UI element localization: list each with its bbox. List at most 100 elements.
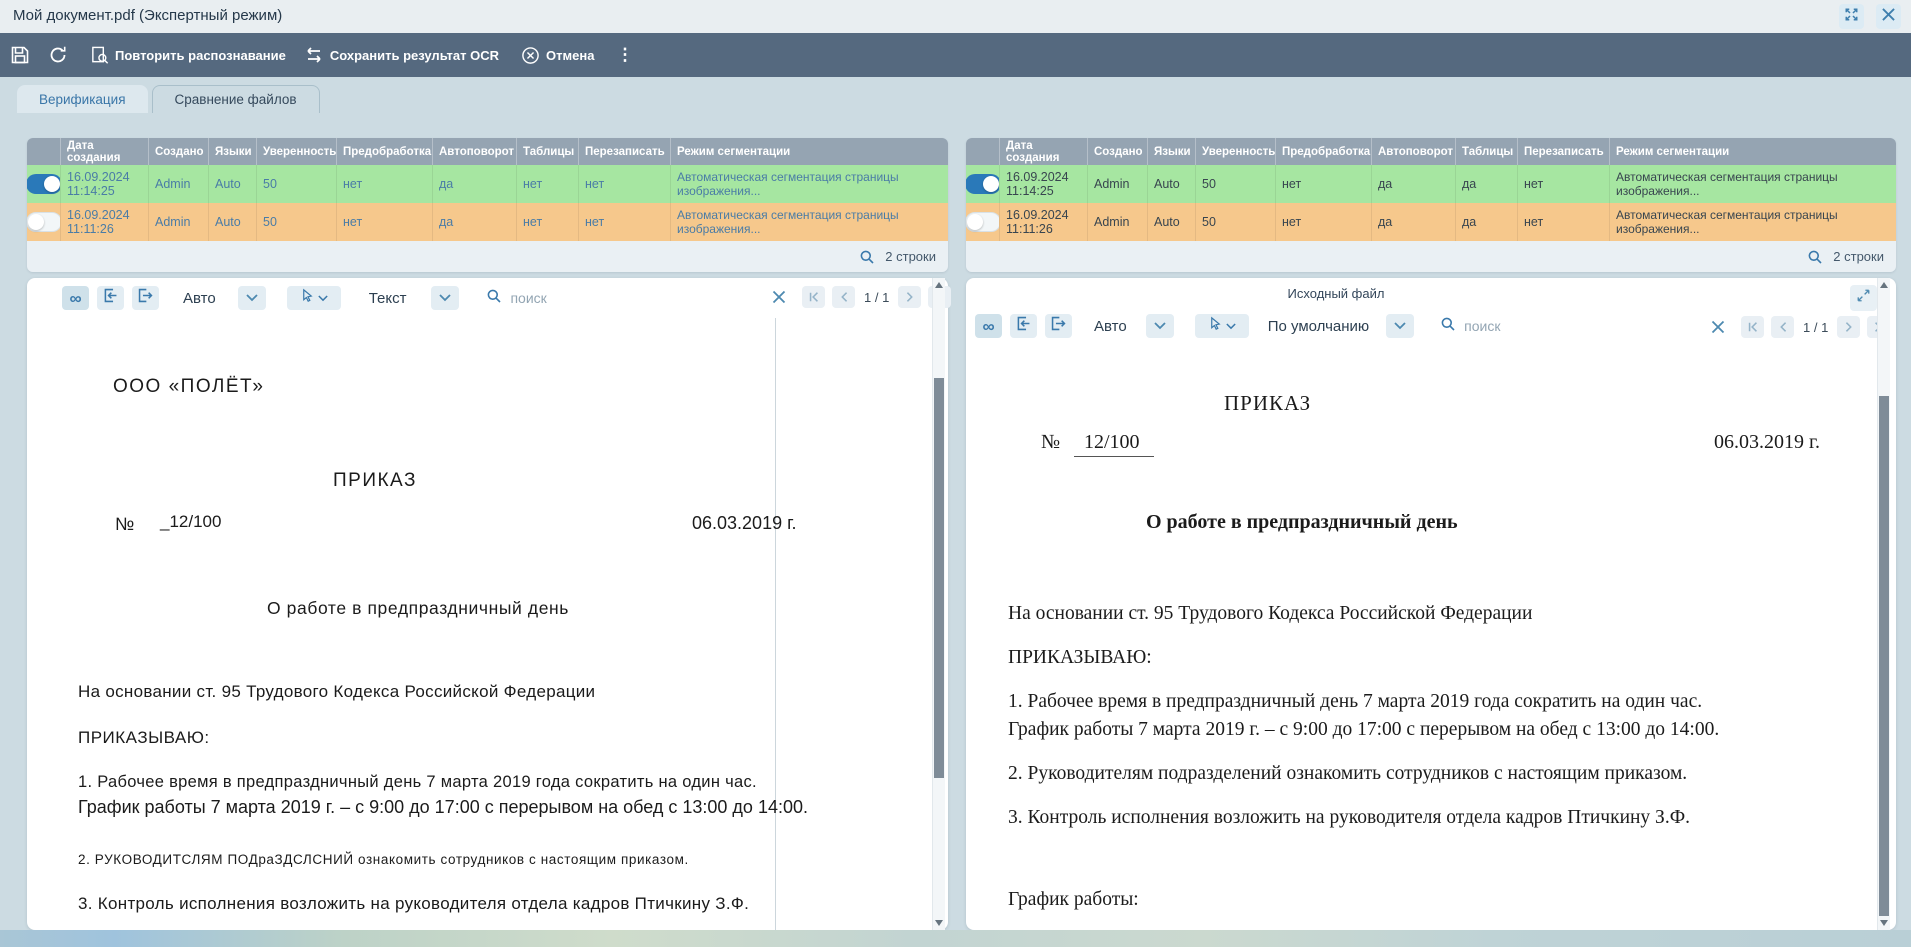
export-button[interactable] (132, 286, 159, 310)
export-icon (1050, 315, 1067, 337)
link-icon: ∞ (982, 318, 994, 335)
doc-body-line: 3. Контроль исполнения возложить на руко… (78, 894, 749, 914)
doc-subject: О работе в предпраздничный день (1146, 511, 1458, 534)
table-row[interactable]: 16.09.202411:14:25 Admin Auto 50 нет да … (966, 165, 1896, 203)
fullscreen-icon (1844, 7, 1859, 27)
scroll-down-arrow[interactable] (1880, 920, 1888, 926)
search-input[interactable] (1464, 318, 1574, 334)
search-input[interactable] (510, 290, 620, 306)
doc-title: ПРИКАЗ (1224, 391, 1311, 416)
tab-file-comparison[interactable]: Сравнение файлов (152, 85, 320, 113)
cancel-button[interactable]: Отмена (521, 46, 594, 65)
expand-pane-button[interactable] (1850, 285, 1877, 311)
search-icon[interactable] (859, 249, 875, 265)
right-viewer-toolbar: ∞ Авто По умолчанию (966, 313, 1574, 339)
more-options-button[interactable]: ⋮ (616, 45, 633, 65)
col-preprocessing: Предобработка (1276, 138, 1372, 165)
row-toggle-off[interactable] (966, 212, 1000, 232)
doc-number-label: № (115, 514, 134, 535)
col-languages: Языки (209, 138, 257, 165)
cancel-label: Отмена (546, 48, 594, 63)
doc-body-line: 3. Контроль исполнения возложить на руко… (1008, 807, 1690, 829)
chevron-down-icon (246, 289, 258, 307)
tab-verification[interactable]: Верификация (17, 85, 148, 113)
table-header-row: Дата создания Создано Языки Уверенность … (966, 138, 1896, 165)
source-panel-title: Исходный файл (1266, 286, 1406, 301)
right-recognition-table: Дата создания Создано Языки Уверенность … (966, 138, 1896, 272)
row-toggle-on[interactable] (27, 174, 61, 194)
doc-body-line: 2. РУКОВОДИТСЛЯМ ПОДраЗДСЛСНИЙ ознакомит… (78, 852, 689, 867)
doc-subject: О работе в предпраздничный день (267, 598, 569, 619)
col-tables: Таблицы (517, 138, 579, 165)
fullscreen-button[interactable] (1839, 4, 1864, 29)
prev-page-button[interactable] (1771, 316, 1794, 338)
import-button[interactable] (97, 286, 124, 310)
source-file-viewer: Исходный файл ∞ Авто По умолчанию (966, 278, 1896, 930)
scrollbar-thumb[interactable] (1879, 396, 1889, 916)
row-toggle-on[interactable] (966, 174, 1000, 194)
scroll-up-arrow[interactable] (935, 282, 943, 288)
link-panes-button[interactable]: ∞ (62, 286, 89, 310)
document-search-icon (90, 46, 109, 65)
link-panes-button[interactable]: ∞ (975, 314, 1002, 338)
table-row[interactable]: 16.09.202411:11:26 Admin Auto 50 нет да … (966, 203, 1896, 241)
doc-date: 06.03.2019 г. (692, 513, 796, 534)
scroll-down-arrow[interactable] (935, 920, 943, 926)
export-icon (137, 287, 154, 309)
doc-body-line: График работы 7 марта 2019 г. – с 9:00 д… (78, 797, 808, 818)
import-button[interactable] (1010, 314, 1037, 338)
import-icon (1015, 315, 1032, 337)
prev-page-button[interactable] (832, 286, 855, 308)
vertical-scrollbar[interactable] (1877, 278, 1890, 930)
table-header-row: Дата создания Создано Языки Уверенность … (27, 138, 948, 165)
clear-search-icon[interactable] (1711, 320, 1725, 334)
save-button[interactable] (10, 45, 30, 65)
doc-number-label: № (1041, 431, 1060, 454)
refresh-icon (48, 45, 68, 65)
left-pager: 1 / 1 (772, 285, 951, 309)
content-mode-dropdown[interactable] (431, 286, 459, 310)
repeat-recognition-button[interactable]: Повторить распознавание (90, 46, 286, 65)
cursor-tool-dropdown[interactable] (287, 286, 341, 310)
export-button[interactable] (1045, 314, 1072, 338)
import-icon (102, 287, 119, 309)
row-count: 2 строки (1833, 249, 1884, 264)
scrollbar-thumb[interactable] (934, 378, 944, 778)
table-row[interactable]: 16.09.202411:14:25 Admin Auto 50 нет да … (27, 165, 948, 203)
row-toggle-off[interactable] (27, 212, 61, 232)
save-ocr-button[interactable]: Сохранить результат OCR (304, 46, 499, 64)
first-page-button[interactable] (1741, 316, 1764, 338)
doc-org-line: ООО «ПОЛЁТ» (113, 376, 264, 398)
swap-arrows-icon (304, 46, 324, 64)
refresh-button[interactable] (48, 45, 68, 65)
col-preprocessing: Предобработка (337, 138, 433, 165)
zoom-mode-dropdown[interactable] (238, 286, 266, 310)
next-page-button[interactable] (1837, 316, 1860, 338)
doc-body-line: ПРИКАЗЫВАЮ: (78, 728, 210, 748)
left-viewer-toolbar: ∞ Авто Текст (27, 285, 620, 311)
content-mode-label: Текст (369, 290, 407, 307)
content-mode-label: По умолчанию (1268, 318, 1369, 335)
doc-date: 06.03.2019 г. (1714, 431, 1820, 454)
table-row[interactable]: 16.09.202411:11:26 Admin Auto 50 нет да … (27, 203, 948, 241)
chevron-down-icon (1226, 317, 1236, 335)
zoom-mode-dropdown[interactable] (1146, 314, 1174, 338)
search-icon[interactable] (1807, 249, 1823, 265)
doc-body-line: График работы 7 марта 2019 г. – с 9:00 д… (1008, 719, 1719, 741)
first-page-button[interactable] (802, 286, 825, 308)
cursor-tool-dropdown[interactable] (1195, 314, 1249, 338)
vertical-scrollbar[interactable] (932, 278, 945, 930)
content-mode-dropdown[interactable] (1386, 314, 1414, 338)
close-button[interactable] (1876, 4, 1901, 29)
cursor-icon (300, 288, 315, 308)
col-date-created: Дата создания (1000, 138, 1088, 165)
page-indicator: 1 / 1 (855, 290, 898, 305)
clear-search-icon[interactable] (772, 290, 786, 304)
source-document-page: ПРИКАЗ № 12/100 06.03.2019 г. О работе в… (966, 345, 1896, 930)
main-toolbar: Повторить распознавание Сохранить резуль… (0, 33, 1911, 77)
title-bar: Мой документ.pdf (Экспертный режим) (0, 0, 1911, 33)
next-page-button[interactable] (898, 286, 921, 308)
scroll-up-arrow[interactable] (1880, 282, 1888, 288)
link-icon: ∞ (69, 290, 81, 307)
expand-icon (1856, 288, 1871, 308)
